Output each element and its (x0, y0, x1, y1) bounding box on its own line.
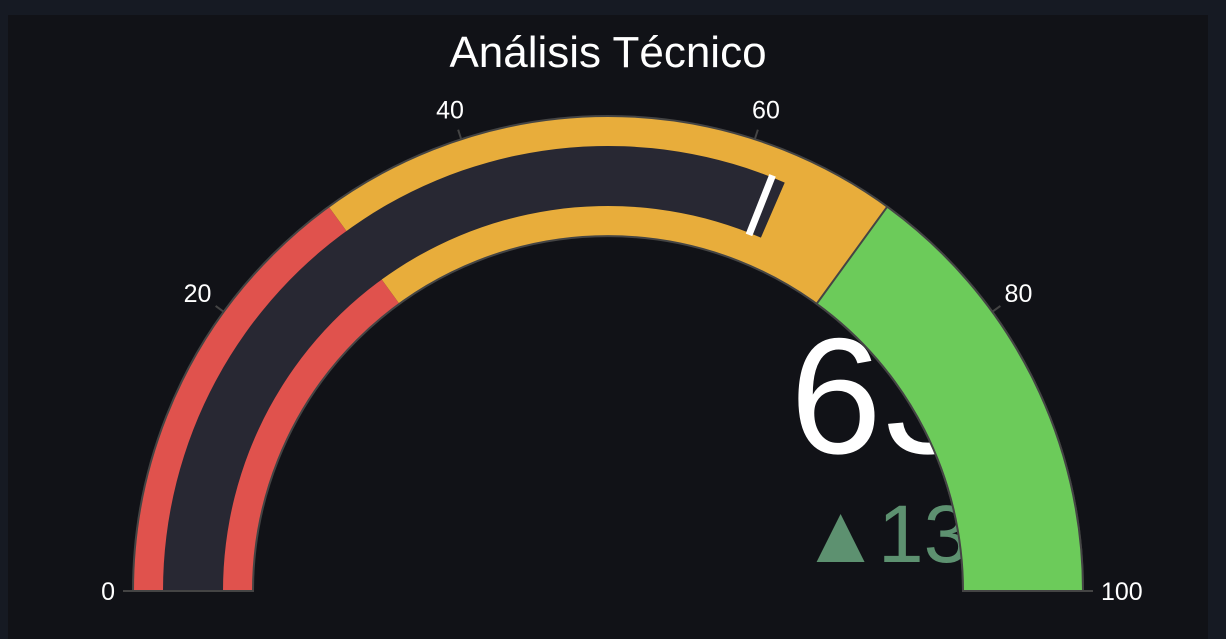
gauge-tick-label: 100 (1101, 578, 1143, 606)
gauge-tick (215, 305, 225, 313)
gauge-tick (753, 129, 759, 140)
gauge-tick-label: 0 (101, 578, 115, 606)
chart-title: Análisis Técnico (449, 28, 766, 77)
gauge-delta: ▲ 13 (800, 489, 969, 580)
gauge-tick (457, 129, 463, 140)
delta-arrow-icon: ▲ (800, 489, 881, 580)
gauge-panel: Análisis Técnico 0 20 40 60 80 100 63 ▲ 13 (8, 15, 1208, 639)
gauge-chart: Análisis Técnico 02040 6080100 63 ▲ 13 (101, 28, 1143, 606)
gauge-tick-label: 20 (184, 280, 212, 308)
gauge-tick-label: 80 (1005, 280, 1033, 308)
gauge-tick-label: 60 (752, 97, 780, 125)
gauge-tick-label: 40 (436, 97, 464, 125)
gauge-tick (991, 305, 1001, 313)
